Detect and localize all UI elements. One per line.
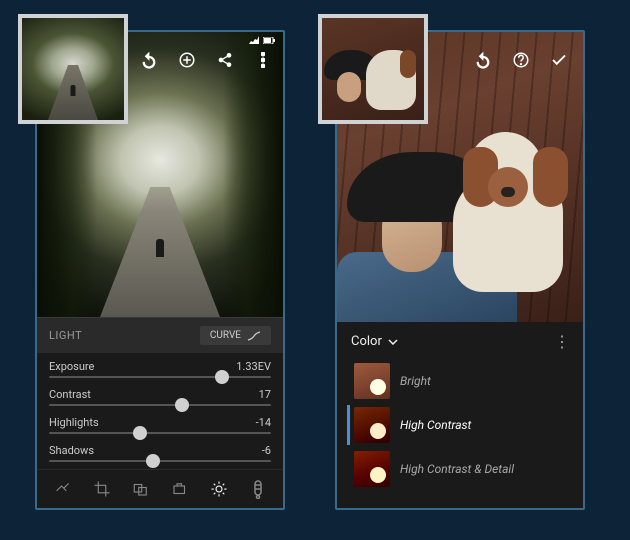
crop-tool-icon[interactable] [91,478,113,500]
slider-thumb[interactable] [175,398,189,412]
section-title: LIGHT [49,329,82,342]
preset-group-header[interactable]: Color ⋮ [337,322,583,361]
preset-thumbnail [354,363,390,399]
auto-tool-icon[interactable] [169,478,191,500]
healing-tool-icon[interactable] [52,478,74,500]
exposure-slider[interactable]: Exposure1.33EV [49,355,271,383]
presets-tool-icon[interactable] [130,478,152,500]
preset-thumbnail [354,451,390,487]
light-section-header: LIGHT CURVE [37,317,283,353]
preset-item[interactable]: High Contrast [347,405,573,445]
light-tool-icon[interactable] [208,478,230,500]
bottom-toolbar [37,469,283,508]
highlights-slider[interactable]: Highlights-14 [49,411,271,439]
preset-item[interactable]: Bright [347,361,573,401]
preset-list: Bright High Contrast High Contrast & Det… [337,361,583,508]
slider-thumb[interactable] [215,370,229,384]
before-after-thumbnail[interactable] [18,14,128,124]
sliders-panel: Exposure1.33EV Contrast17 Highlights-14 … [37,353,283,469]
status-bar [249,36,275,44]
contrast-slider[interactable]: Contrast17 [49,383,271,411]
preset-thumbnail [354,407,390,443]
more-icon[interactable] [253,50,273,70]
chevron-down-icon [388,339,398,345]
curve-button[interactable]: CURVE [200,326,271,345]
preset-group-label: Color [351,334,382,349]
slider-thumb[interactable] [146,454,160,468]
before-after-thumbnail[interactable] [318,14,428,124]
more-icon[interactable]: ⋮ [554,332,569,351]
undo-icon[interactable] [473,50,493,70]
undo-icon[interactable] [139,50,159,70]
add-icon[interactable] [177,50,197,70]
help-icon[interactable] [511,50,531,70]
shadows-slider[interactable]: Shadows-6 [49,439,271,467]
preset-item[interactable]: High Contrast & Detail [347,449,573,489]
share-icon[interactable] [215,50,235,70]
color-tool-icon[interactable] [247,478,269,500]
confirm-icon[interactable] [549,50,569,70]
slider-thumb[interactable] [133,426,147,440]
